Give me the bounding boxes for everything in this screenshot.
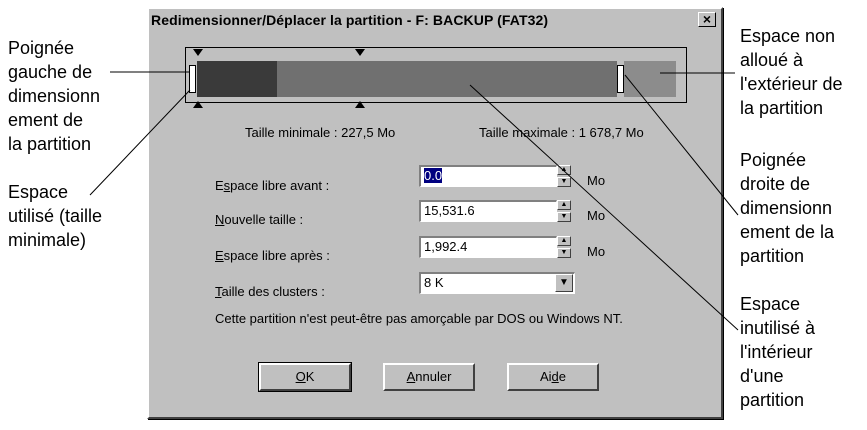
free-before-input[interactable]: 0.0 — [419, 165, 557, 187]
chevron-down-icon[interactable]: ▼ — [555, 274, 573, 292]
start-marker-top-icon — [193, 49, 203, 56]
spin-down-icon[interactable]: ▼ — [557, 248, 571, 258]
close-icon: × — [702, 11, 712, 27]
cluster-size-select[interactable]: 8 K — [419, 272, 575, 294]
spin-up-icon[interactable]: ▲ — [557, 236, 571, 246]
close-button[interactable]: × — [698, 12, 716, 27]
max-size-label: Taille maximale : 1 678,7 Mo — [479, 125, 644, 140]
free-before-spinner[interactable]: ▲ ▼ — [557, 165, 571, 187]
min-marker-bottom-icon — [355, 101, 365, 108]
spin-down-icon[interactable]: ▼ — [557, 212, 571, 222]
right-resize-handle[interactable] — [617, 65, 624, 93]
free-before-unit: Mo — [587, 173, 606, 188]
callout-used-space: Espace utilisé (taille minimale) — [8, 182, 103, 250]
free-after-input[interactable]: 1,992.4 — [419, 236, 557, 258]
spin-up-icon[interactable]: ▲ — [557, 165, 571, 175]
used-space-segment — [197, 61, 277, 97]
boot-warning-text: Cette partition n'est peut-être pas amor… — [215, 311, 623, 326]
cluster-size-label: Taille des clusters : — [215, 284, 325, 299]
new-size-label: Nouvelle taille : — [215, 212, 304, 227]
callout-unused-space: Espace inutilisé à l'intérieur d'une par… — [740, 294, 816, 410]
resize-move-dialog: Redimensionner/Déplacer la partition - F… — [147, 7, 723, 419]
callout-unallocated: Espace non alloué à l'extérieur de la pa… — [740, 26, 843, 118]
callout-right-handle: Poignée droite de dimensionn ement de la… — [740, 150, 835, 266]
callout-left-handle: Poignée gauche de dimensionn ement de la… — [8, 38, 101, 154]
new-size-input[interactable]: 15,531.6 — [419, 200, 557, 222]
unused-space-segment[interactable] — [277, 61, 617, 97]
help-button[interactable]: Aide — [507, 363, 599, 391]
free-before-label: Espace libre avant : — [215, 178, 330, 193]
start-marker-bottom-icon — [193, 101, 203, 108]
new-size-spinner[interactable]: ▲ ▼ — [557, 200, 571, 222]
min-marker-top-icon — [355, 49, 365, 56]
unallocated-space-segment — [624, 61, 676, 97]
free-after-unit: Mo — [587, 244, 606, 259]
free-after-label: Espace libre après : — [215, 248, 330, 263]
free-after-spinner[interactable]: ▲ ▼ — [557, 236, 571, 258]
cancel-button[interactable]: Annuler — [383, 363, 475, 391]
title-bar[interactable]: Redimensionner/Déplacer la partition - F… — [149, 9, 721, 31]
left-resize-handle[interactable] — [189, 65, 196, 93]
spin-down-icon[interactable]: ▼ — [557, 177, 571, 187]
spin-up-icon[interactable]: ▲ — [557, 200, 571, 210]
dialog-title: Redimensionner/Déplacer la partition - F… — [151, 12, 549, 28]
new-size-unit: Mo — [587, 208, 606, 223]
ok-button[interactable]: OK — [258, 362, 352, 392]
min-size-label: Taille minimale : 227,5 Mo — [245, 125, 396, 140]
